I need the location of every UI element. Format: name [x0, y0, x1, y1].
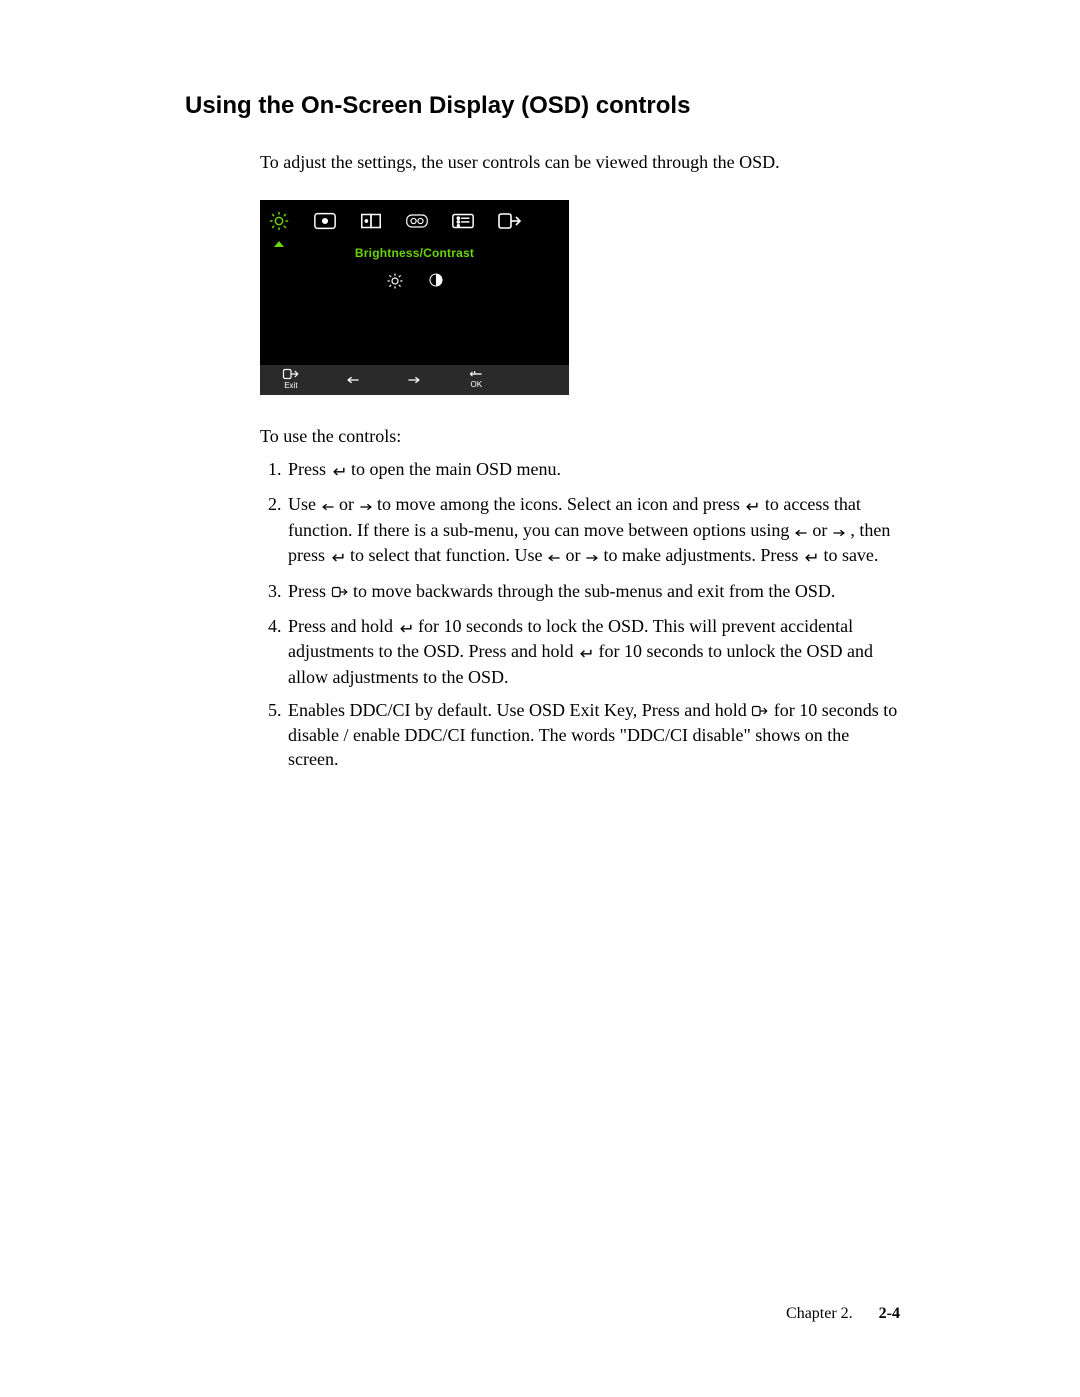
enter-icon [803, 546, 819, 569]
exit-group-icon [497, 211, 521, 231]
osd-tab-label: Brightness/Contrast [260, 246, 569, 262]
osd-ok-button: OK [445, 369, 507, 390]
enter-icon [744, 495, 760, 518]
enter-icon [331, 460, 347, 483]
osd-left-button [322, 375, 384, 385]
step-5: Enables DDC/CI by default. Use OSD Exit … [286, 699, 900, 771]
step-3: Press to move backwards through the sub-… [286, 580, 900, 605]
left-arrow-icon [547, 546, 561, 569]
step-4: Press and hold for 10 seconds to lock th… [286, 615, 900, 689]
osd-ok-label: OK [471, 380, 483, 390]
osd-right-button [384, 375, 446, 385]
exit-icon [331, 582, 349, 605]
enter-icon [398, 617, 414, 640]
position-icon [313, 211, 337, 231]
right-arrow-icon [585, 546, 599, 569]
right-arrow-icon [832, 521, 846, 544]
page-footer: Chapter 2. 2-4 [786, 1304, 900, 1325]
image-setup-icon [359, 211, 383, 231]
brightness-group-icon [267, 210, 291, 232]
footer-page-number: 2-4 [879, 1305, 900, 1322]
exit-icon [751, 701, 769, 724]
osd-screenshot: Brightness/Contrast [260, 200, 569, 395]
footer-chapter: Chapter 2. [786, 1305, 853, 1322]
options-icon [451, 211, 475, 231]
osd-bottom-bar: Exit OK [260, 365, 569, 395]
left-arrow-icon [321, 495, 335, 518]
enter-icon [330, 546, 346, 569]
osd-exit-button: Exit [260, 368, 322, 391]
intro-paragraph: To adjust the settings, the user control… [260, 151, 900, 174]
controls-lead: To use the controls: [260, 425, 900, 448]
enter-icon [578, 642, 594, 665]
step-1: Press to open the main OSD menu. [286, 458, 900, 483]
contrast-icon [428, 272, 444, 290]
image-properties-icon [405, 211, 429, 231]
left-arrow-icon [794, 521, 808, 544]
osd-exit-label: Exit [284, 381, 297, 391]
right-arrow-icon [359, 495, 373, 518]
steps-list: Press to open the main OSD menu. Use or … [260, 458, 900, 771]
section-title: Using the On-Screen Display (OSD) contro… [185, 90, 900, 121]
step-2: Use or to move among the icons. Select a… [286, 493, 900, 569]
brightness-icon [386, 272, 404, 290]
